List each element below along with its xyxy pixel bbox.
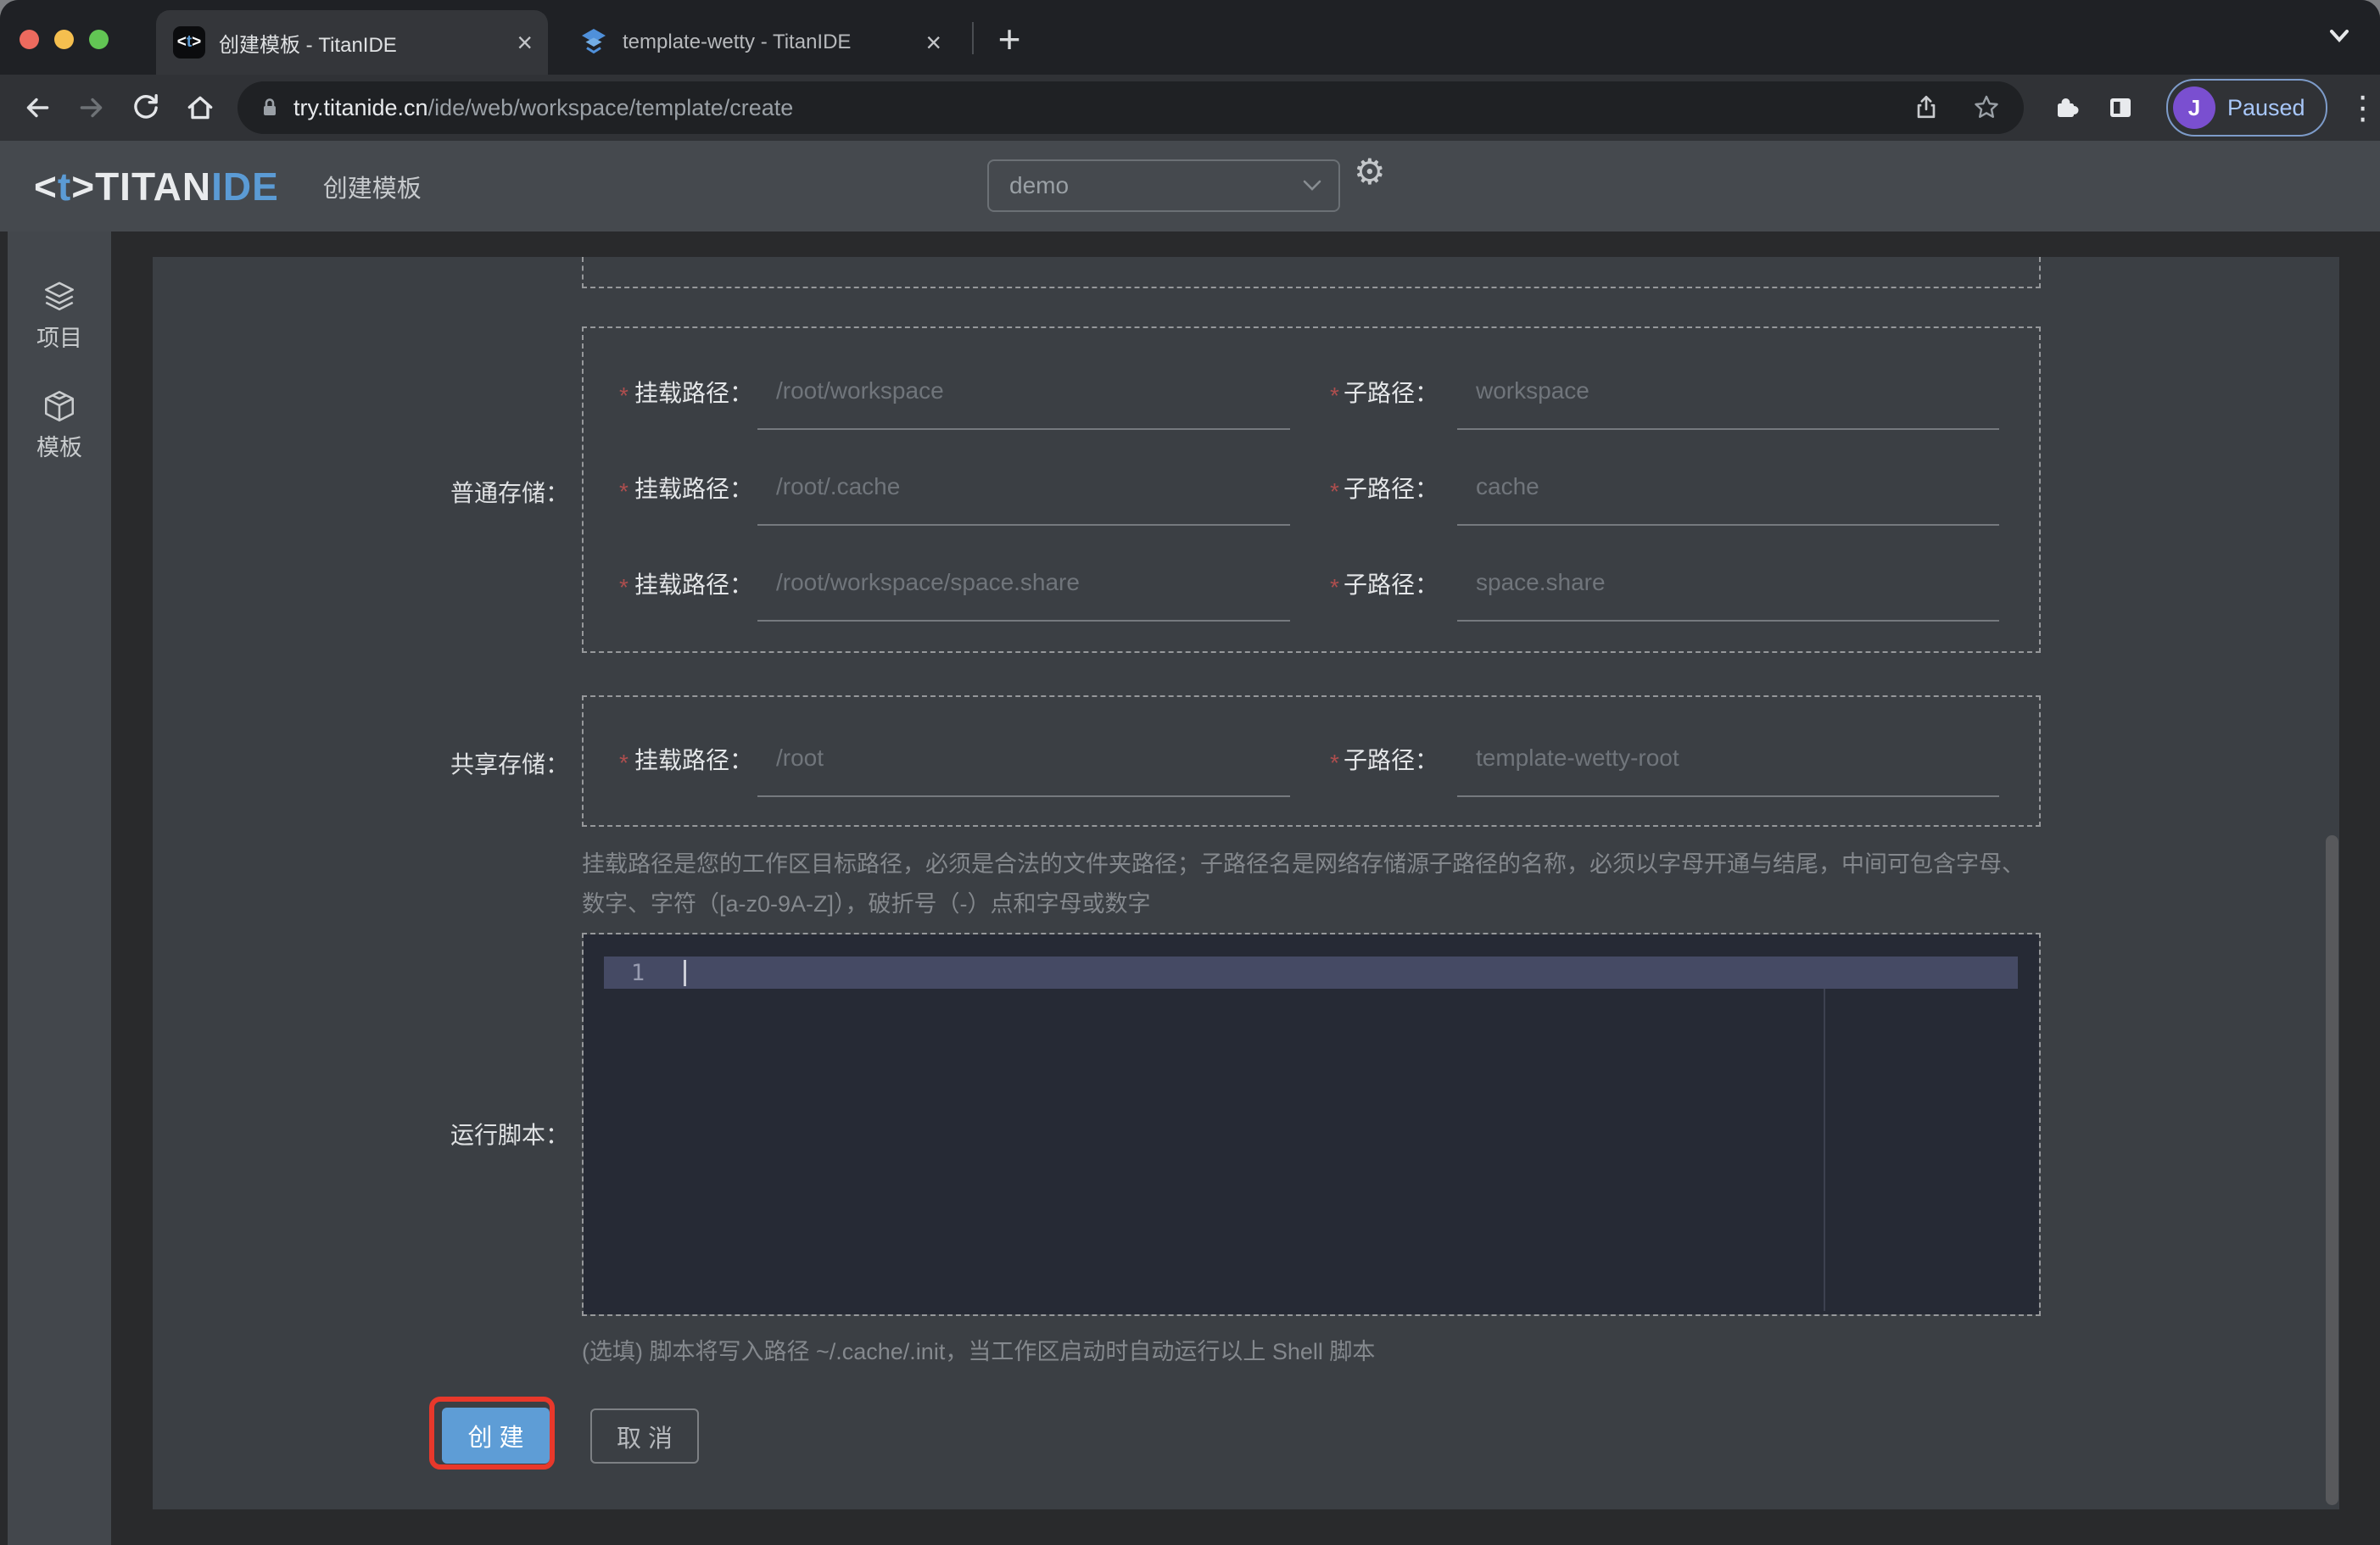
browser-menu-kebab-icon[interactable]: ⋮ [2336, 81, 2380, 135]
scrolled-section-border [582, 257, 2041, 288]
tab-search-chevron-icon[interactable] [2326, 27, 2353, 46]
tab-close-icon[interactable]: × [506, 29, 548, 56]
path-help-text: 挂载路径是您的工作区目标路径，必须是合法的文件夹路径；子路径名是网络存储源子路径… [582, 851, 2025, 917]
mount-path-input[interactable] [757, 354, 1290, 430]
workspace-select[interactable]: demo [987, 159, 1340, 212]
mount-path-label: 挂载路径： [634, 476, 754, 502]
run-script-label: 运行脚本： [450, 1122, 569, 1148]
required-mark: * [619, 478, 629, 505]
side-panel-icon[interactable] [2093, 81, 2148, 135]
traffic-light-zoom[interactable] [89, 30, 109, 49]
storage-row: * 挂载路径： * 子路径： [582, 354, 2041, 433]
mount-path-input[interactable] [757, 545, 1290, 622]
browser-profile-chip[interactable]: J Paused [2166, 79, 2327, 137]
chevron-down-icon [1301, 178, 1323, 193]
script-note: (选填) 脚本将写入路径 ~/.cache/.init，当工作区启动时自动运行以… [582, 1339, 1376, 1364]
titanide-favicon-icon: < t > [173, 26, 205, 59]
home-button[interactable] [173, 81, 227, 135]
forward-button[interactable] [64, 81, 119, 135]
mount-path-input[interactable] [757, 721, 1290, 797]
tab-strip: < t > 创建模板 - TitanIDE × template-wetty - T… [0, 0, 2380, 75]
required-mark: * [619, 382, 629, 409]
browser-toolbar: try.titanide.cn/ide/web/workspace/templa… [0, 75, 2380, 141]
editor-current-line [604, 957, 2018, 989]
sub-path-label: 子路径： [1344, 476, 1439, 502]
back-button[interactable] [10, 81, 64, 135]
traffic-light-close[interactable] [20, 30, 39, 49]
workspace-select-value: demo [1009, 172, 1070, 198]
tab-close-icon[interactable]: × [915, 29, 957, 56]
required-mark: * [1330, 478, 1339, 505]
mount-path-input[interactable] [757, 449, 1290, 526]
traffic-light-minimize[interactable] [54, 30, 74, 49]
script-code-editor[interactable] [584, 934, 2039, 1314]
sub-path-input[interactable] [1457, 354, 1999, 430]
sub-path-input[interactable] [1457, 449, 1999, 526]
sidebar-item-label: 项目 [36, 326, 82, 351]
required-mark: * [1330, 382, 1339, 409]
tab-title: template-wetty - TitanIDE [623, 31, 852, 53]
editor-line-number: 1 [630, 960, 645, 986]
address-bar[interactable]: try.titanide.cn/ide/web/workspace/templa… [237, 81, 2024, 134]
bookmark-star-icon[interactable] [1971, 92, 2002, 123]
sidebar-item-templates[interactable]: 模板 [8, 388, 111, 462]
tab-separator [972, 22, 974, 54]
tab-title: 创建模板 - TitanIDE [219, 33, 397, 57]
browser-window: < t > 创建模板 - TitanIDE × template-wetty - T… [0, 0, 2380, 1545]
share-icon[interactable] [1912, 93, 1941, 122]
create-button[interactable]: 创 建 [442, 1408, 550, 1464]
sub-path-input[interactable] [1457, 545, 1999, 622]
mount-path-label: 挂载路径： [634, 380, 754, 406]
required-mark: * [1330, 750, 1339, 776]
reload-button[interactable] [119, 81, 173, 135]
sub-path-label: 子路径： [1344, 572, 1439, 598]
browser-tab-template-wetty[interactable]: template-wetty - TitanIDE × [561, 10, 957, 75]
sidebar-item-label: 模板 [36, 435, 82, 460]
profile-status: Paused [2227, 94, 2305, 120]
mount-path-label: 挂载路径： [634, 747, 754, 773]
lock-icon [258, 96, 282, 120]
storage-row: * 挂载路径： * 子路径： [582, 545, 2041, 625]
profile-avatar: J [2173, 86, 2215, 129]
shared-storage-label: 共享存储： [450, 751, 569, 778]
app-header: <t>TITANIDE 创建模板 demo ⚙ ? ⚙ 演 [0, 141, 2380, 344]
storage-row: * 挂载路径： * 子路径： [582, 721, 2041, 800]
sub-path-label: 子路径： [1344, 380, 1439, 406]
storage-row: * 挂载路径： * 子路径： [582, 449, 2041, 529]
workspace-settings-gear-icon[interactable]: ⚙ [1354, 151, 1386, 192]
page-title: 创建模板 [322, 175, 422, 203]
required-mark: * [1330, 574, 1339, 600]
sub-path-label: 子路径： [1344, 747, 1439, 773]
cancel-button[interactable]: 取 消 [590, 1408, 699, 1464]
sub-path-input[interactable] [1457, 721, 1999, 797]
browser-tab-create-template[interactable]: < t > 创建模板 - TitanIDE × [156, 10, 548, 75]
sidebar-item-projects[interactable]: 项目 [8, 279, 111, 353]
scrollbar-thumb[interactable] [2326, 835, 2338, 1505]
cube-icon [42, 388, 77, 424]
new-tab-button[interactable]: + [989, 17, 1030, 61]
sidebar: 项目 模板 [8, 231, 111, 1545]
required-mark: * [619, 750, 629, 776]
template-gem-favicon-icon [578, 27, 609, 58]
extensions-puzzle-icon[interactable] [2039, 81, 2093, 135]
layers-icon [42, 279, 77, 315]
normal-storage-label: 普通存储： [450, 480, 569, 506]
editor-ruler-line [1824, 989, 1825, 1311]
required-mark: * [619, 574, 629, 600]
url-path: /ide/web/workspace/template/create [427, 94, 794, 120]
mount-path-label: 挂载路径： [634, 572, 754, 598]
editor-cursor [684, 960, 686, 986]
titanide-logo: <t>TITANIDE [34, 164, 279, 209]
url-host: try.titanide.cn [293, 94, 428, 120]
